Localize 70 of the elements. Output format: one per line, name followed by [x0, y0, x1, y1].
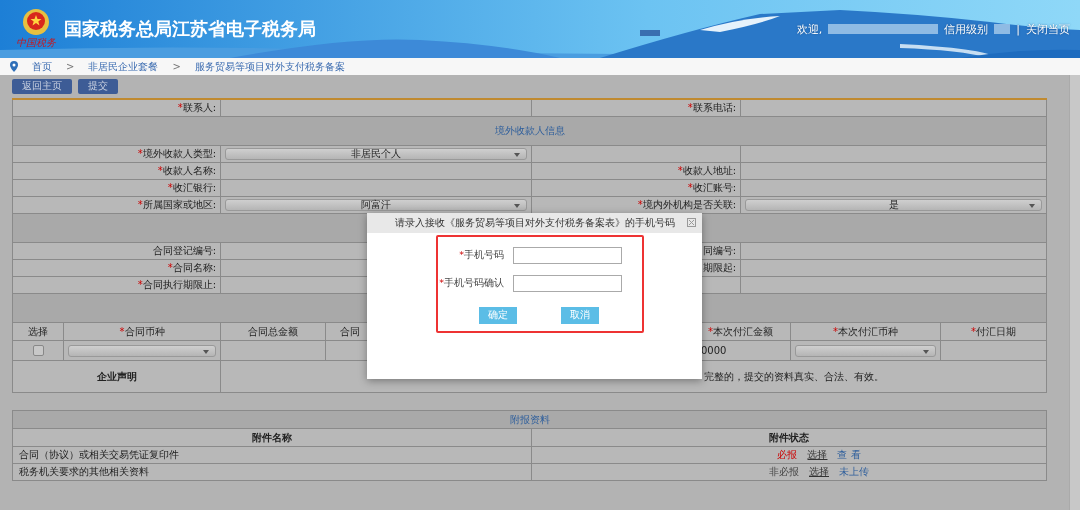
field-label: 期限起: [702, 261, 736, 275]
caret-icon [923, 349, 929, 354]
status-link[interactable]: 未上传 [839, 465, 869, 479]
field-label: *收款人地址: [677, 164, 736, 178]
column-header: *本次付汇金额 [708, 324, 773, 339]
column-header: 选择 [28, 324, 48, 339]
attachment-name: 合同（协议）或相关交易凭证复印件 [19, 448, 179, 462]
column-header: *本次付汇币种 [833, 324, 898, 339]
table-cell: 0000 [701, 345, 727, 356]
breadcrumb-separator: > [66, 61, 75, 72]
declaration-label: 企业声明 [96, 369, 137, 384]
select-link[interactable]: 选择 [807, 448, 828, 462]
breadcrumb-link[interactable]: 服务贸易等项目对外支付税务备案 [194, 59, 345, 74]
field-label: *境内外机构是否关联: [637, 198, 736, 212]
welcome-text: 欢迎, [796, 21, 823, 37]
dropdown[interactable] [68, 344, 216, 357]
field-label: *手机号码确认 [438, 276, 504, 290]
declaration-text: 完整的，提交的资料真实、合法、有效。 [704, 369, 884, 384]
close-page-link[interactable]: 关闭当页 [1026, 21, 1070, 37]
breadcrumb-separator: > [172, 61, 181, 72]
separator: | [1016, 22, 1020, 36]
toolbar-button[interactable]: 提交 [78, 79, 118, 94]
field-label: *合同执行期限止: [137, 278, 216, 292]
field-label: *收汇银行: [167, 181, 216, 195]
column-header: *合同币种 [119, 324, 165, 339]
field-label: *境外收款人类型: [137, 147, 216, 161]
caret-icon [203, 349, 209, 354]
scrollbar[interactable] [1069, 75, 1080, 510]
emblem-icon [22, 8, 50, 36]
dropdown[interactable]: 是 [745, 199, 1042, 211]
caret-icon [514, 153, 520, 157]
close-icon[interactable] [687, 218, 696, 227]
location-pin-icon [10, 61, 18, 72]
requirement-text: 非必报 [769, 465, 799, 479]
breadcrumb-link[interactable]: 非居民企业套餐 [88, 59, 159, 74]
section-header: 境外收款人信息 [13, 117, 1047, 146]
breadcrumb-link[interactable]: 首页 [32, 59, 52, 74]
field-label: *联系电话: [687, 101, 736, 115]
dropdown[interactable]: 非居民个人 [225, 148, 527, 160]
site-title: 国家税务总局江苏省电子税务局 [64, 17, 316, 41]
input-field[interactable] [513, 246, 622, 264]
emblem-caption: 中国税务 [16, 36, 56, 50]
checkbox[interactable] [32, 345, 44, 356]
caret-icon [514, 204, 520, 208]
field-label: 同编号: [702, 244, 736, 258]
field-label: *手机号码 [458, 248, 504, 262]
requirement-text: 必报 [777, 448, 798, 462]
attachment-name: 税务机关要求的其他相关资料 [19, 465, 149, 479]
credit-label: 信用级别 [944, 21, 989, 37]
caret-icon [1029, 204, 1035, 208]
field-label: *合同名称: [167, 261, 216, 275]
dialog-title: 请录入接收《服务贸易等项目对外支付税务备案表》的手机号码 [394, 216, 675, 230]
column-header: 合同总金额 [248, 324, 298, 339]
dropdown[interactable] [795, 344, 936, 357]
dropdown[interactable]: 阿富汗 [225, 199, 527, 211]
toolbar-button[interactable]: 返回主页 [12, 79, 72, 94]
field-label: *收汇账号: [687, 181, 736, 195]
input-field[interactable] [513, 274, 622, 292]
blurred-text [994, 24, 1011, 34]
column-header: 合同 [340, 324, 360, 339]
column-header: 附件状态 [769, 430, 809, 445]
field-label: 合同登记编号: [152, 244, 216, 258]
status-link[interactable]: 查 看 [837, 448, 861, 462]
select-link[interactable]: 选择 [809, 465, 829, 479]
column-header: *付汇日期 [971, 324, 1016, 339]
field-label: *收款人名称: [157, 164, 216, 178]
column-header: 附件名称 [252, 430, 292, 445]
field-label: *所属国家或地区: [137, 198, 216, 212]
section-header: 附报资料 [13, 411, 1047, 429]
field-label: *联系人: [177, 101, 216, 115]
